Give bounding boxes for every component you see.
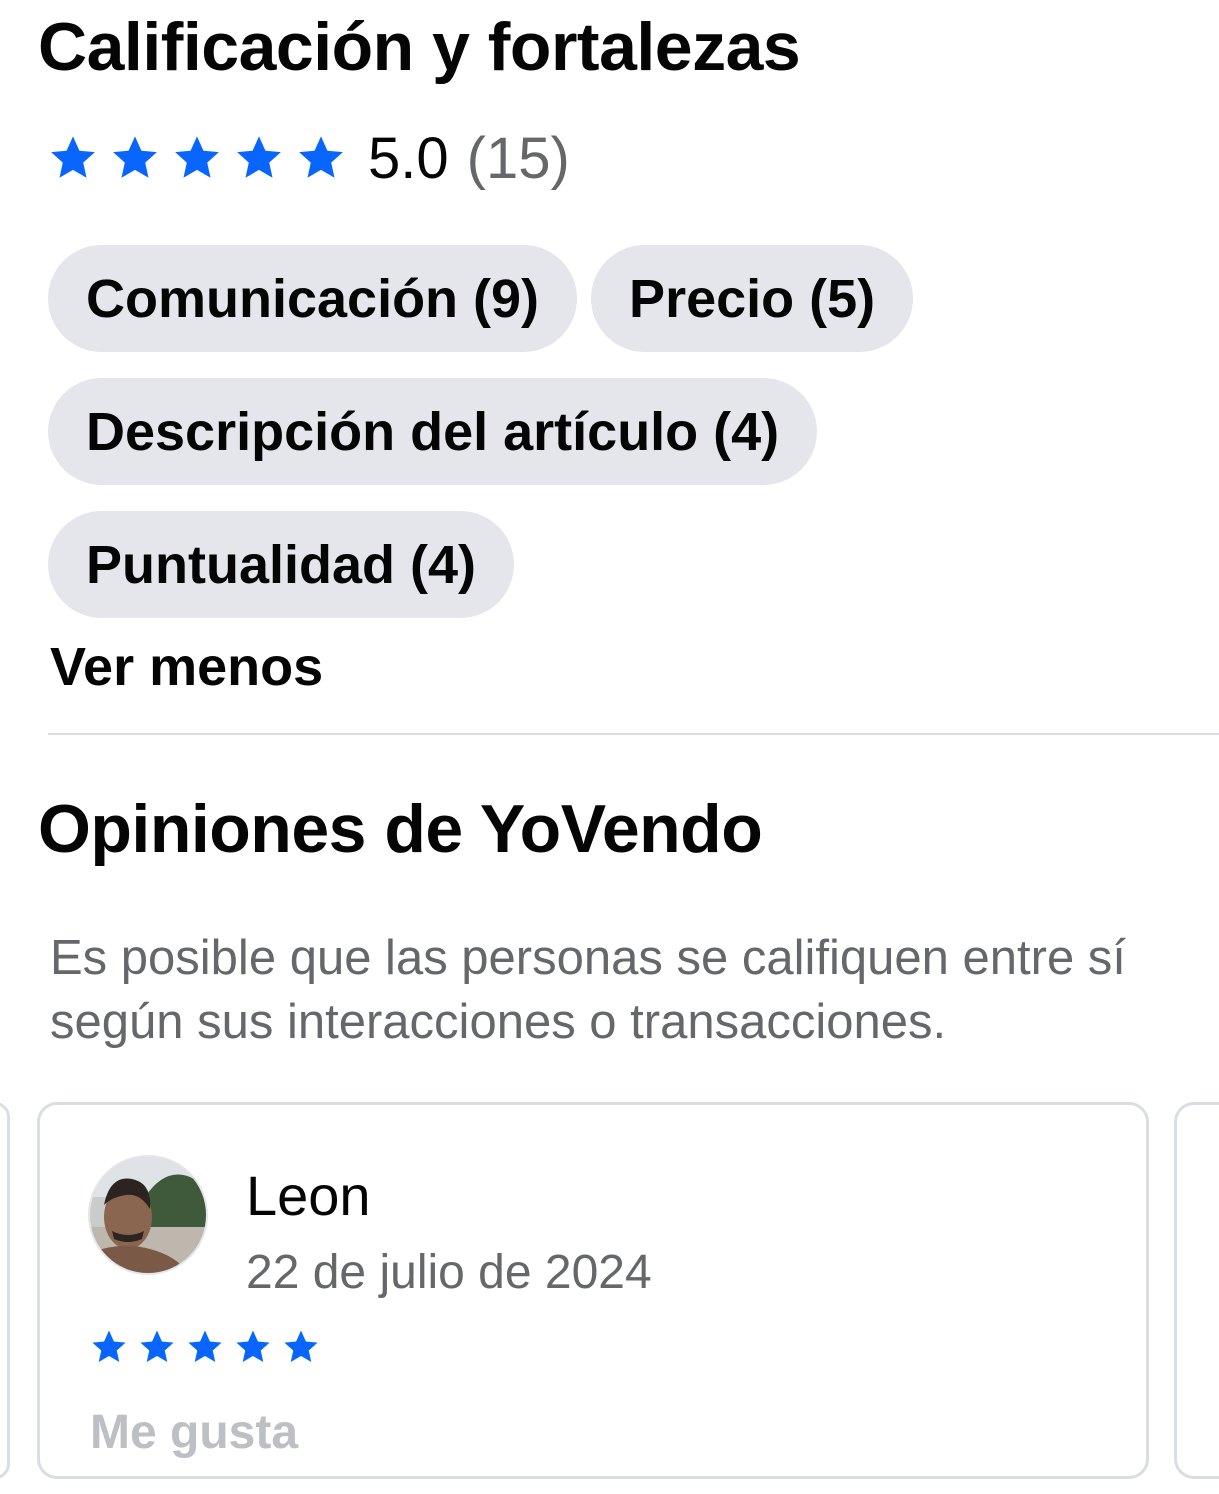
reviews-section-title: Opiniones de YoVendo xyxy=(38,791,763,867)
star-icon xyxy=(113,136,157,178)
star-icon xyxy=(237,136,281,178)
review-card[interactable]: Leon 22 de julio de 2024 Me gusta xyxy=(37,1102,1149,1479)
star-icon xyxy=(284,1330,318,1363)
avatar-photo xyxy=(90,1157,206,1273)
section-divider xyxy=(48,733,1219,735)
page: Calificación y fortalezas 5.0 (15) Comun… xyxy=(0,0,1219,1494)
avatar[interactable] xyxy=(88,1155,208,1275)
see-less-button[interactable]: Ver menos xyxy=(50,636,323,698)
rating-section-title: Calificación y fortalezas xyxy=(38,9,801,85)
chip-communication[interactable]: Comunicación (9) xyxy=(48,245,578,352)
review-date: 22 de julio de 2024 xyxy=(246,1246,652,1299)
next-review-card[interactable] xyxy=(1174,1102,1219,1479)
reviews-description: Es posible que las personas se califique… xyxy=(50,931,1126,1049)
rating-count: (15) xyxy=(466,125,570,191)
star-icon xyxy=(51,136,95,178)
star-icon xyxy=(299,136,343,178)
rating-score: 5.0 xyxy=(368,125,449,191)
star-icon xyxy=(92,1330,126,1363)
strengths-chip-list: Comunicación (9) Precio (5) Descripción … xyxy=(48,245,1198,618)
star-icon xyxy=(188,1330,222,1363)
star-icon xyxy=(236,1330,270,1363)
chip-punctuality[interactable]: Puntualidad (4) xyxy=(48,511,514,618)
reviewer-name[interactable]: Leon xyxy=(246,1163,371,1228)
star-icon xyxy=(140,1330,174,1363)
review-stars xyxy=(90,1328,320,1366)
chip-price[interactable]: Precio (5) xyxy=(591,245,914,352)
previous-review-card[interactable] xyxy=(0,1102,10,1479)
like-button[interactable]: Me gusta xyxy=(90,1405,298,1460)
rating-stars xyxy=(48,133,346,183)
star-icon xyxy=(175,136,219,178)
rating-summary: 5.0 (15) xyxy=(48,122,570,194)
chip-item-description[interactable]: Descripción del artículo (4) xyxy=(48,378,818,485)
